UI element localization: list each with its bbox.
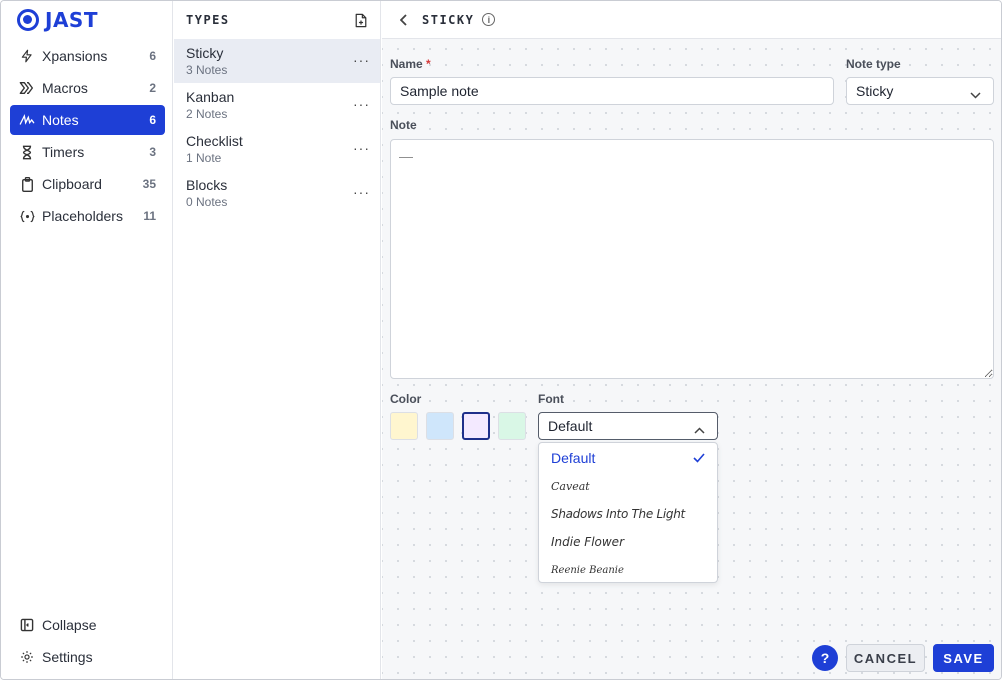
font-select[interactable]: Default	[538, 412, 718, 440]
font-option-reenie-beanie[interactable]: Reenie Beanie	[539, 556, 717, 584]
braces-icon	[19, 208, 35, 224]
types-header: TYPES	[174, 1, 380, 39]
help-button[interactable]: ?	[812, 645, 838, 671]
font-option-indie-flower[interactable]: Indie Flower	[539, 528, 717, 556]
settings-label: Settings	[42, 649, 93, 665]
sidebar-nav: Xpansions 6 Macros 2 Notes 6 Timers 3 Cl…	[10, 41, 165, 233]
font-option-caveat[interactable]: Caveat	[539, 472, 717, 500]
sidebar-footer: Collapse Settings	[10, 610, 165, 674]
sidebar-item-timers[interactable]: Timers 3	[10, 137, 165, 167]
font-label: Font	[538, 392, 564, 406]
gear-icon	[19, 649, 35, 665]
app-name: JAST	[45, 8, 98, 32]
font-dropdown: Default Caveat Shadows Into The Light In…	[538, 442, 718, 583]
sidebar-item-count: 11	[143, 209, 156, 223]
collapse-button[interactable]: Collapse	[10, 610, 165, 640]
more-options-icon[interactable]: ···	[353, 184, 370, 200]
collapse-label: Collapse	[42, 617, 97, 633]
scribble-icon	[19, 112, 35, 128]
sidebar-item-count: 35	[142, 177, 156, 191]
sidebar-item-count: 6	[149, 113, 156, 127]
type-item-sticky[interactable]: Sticky 3 Notes ···	[174, 39, 380, 83]
type-count: 3 Notes	[186, 63, 228, 77]
cancel-button[interactable]: CANCEL	[846, 644, 925, 672]
clipboard-icon	[19, 176, 35, 192]
sidebar-item-label: Xpansions	[42, 48, 108, 64]
name-label: Name *	[390, 57, 431, 71]
collapse-icon	[19, 617, 35, 633]
sidebar-item-count: 3	[149, 145, 156, 159]
types-title: TYPES	[186, 13, 230, 27]
editor-header: STICKY i	[382, 1, 1001, 39]
type-count: 0 Notes	[186, 195, 228, 209]
type-name: Checklist	[186, 133, 243, 149]
editor-panel: STICKY i Name * Sample note Note type St…	[382, 1, 1001, 679]
note-label: Note	[390, 118, 417, 132]
more-options-icon[interactable]: ···	[353, 52, 370, 68]
sidebar-item-label: Timers	[42, 144, 85, 160]
sidebar-item-label: Macros	[42, 80, 88, 96]
note-type-select[interactable]: Sticky	[846, 77, 994, 105]
bolt-icon	[19, 48, 35, 64]
color-swatch-blue[interactable]	[426, 412, 454, 440]
check-icon	[693, 450, 705, 466]
info-icon[interactable]: i	[482, 13, 496, 26]
required-mark: *	[426, 57, 431, 71]
sidebar-item-macros[interactable]: Macros 2	[10, 73, 165, 103]
more-options-icon[interactable]: ···	[353, 140, 370, 156]
settings-button[interactable]: Settings	[10, 642, 165, 672]
logo-icon	[17, 9, 39, 31]
font-option-default[interactable]: Default	[539, 444, 717, 472]
type-item-checklist[interactable]: Checklist 1 Note ···	[174, 127, 380, 171]
page-title: STICKY	[422, 12, 475, 27]
note-textarea[interactable]: —	[390, 139, 994, 379]
chevrons-right-icon	[19, 80, 35, 96]
more-options-icon[interactable]: ···	[353, 96, 370, 112]
color-swatch-yellow[interactable]	[390, 412, 418, 440]
color-swatch-green[interactable]	[498, 412, 526, 440]
chevron-up-icon	[694, 421, 705, 437]
sidebar-item-notes[interactable]: Notes 6	[10, 105, 165, 135]
sidebar-item-count: 2	[149, 81, 156, 95]
color-swatch-purple[interactable]	[462, 412, 490, 440]
type-item-blocks[interactable]: Blocks 0 Notes ···	[174, 171, 380, 215]
logo: JAST	[17, 8, 98, 32]
type-count: 1 Note	[186, 151, 222, 165]
save-button[interactable]: SAVE	[933, 644, 994, 672]
sidebar-item-placeholders[interactable]: Placeholders 11	[10, 201, 165, 231]
font-option-shadows-into-the-light[interactable]: Shadows Into The Light	[539, 500, 717, 528]
sidebar-item-count: 6	[149, 49, 156, 63]
type-name: Kanban	[186, 89, 235, 105]
sidebar-item-xpansions[interactable]: Xpansions 6	[10, 41, 165, 71]
name-input[interactable]: Sample note	[390, 77, 834, 105]
sidebar: JAST Xpansions 6 Macros 2 Notes 6 Timers…	[1, 1, 173, 679]
sidebar-item-label: Placeholders	[42, 208, 123, 224]
font-value: Default	[548, 418, 593, 434]
sidebar-item-clipboard[interactable]: Clipboard 35	[10, 169, 165, 199]
chevron-down-icon	[970, 86, 981, 102]
type-name: Sticky	[186, 45, 224, 61]
type-name: Blocks	[186, 177, 228, 193]
types-panel: TYPES Sticky 3 Notes ··· Kanban 2 Notes …	[174, 1, 381, 679]
type-count: 2 Notes	[186, 107, 228, 121]
back-icon[interactable]	[400, 13, 408, 26]
sidebar-item-label: Notes	[42, 112, 79, 128]
sidebar-item-label: Clipboard	[42, 176, 102, 192]
new-type-icon[interactable]	[354, 13, 368, 28]
app-window: JAST Xpansions 6 Macros 2 Notes 6 Timers…	[0, 0, 1002, 680]
note-type-label: Note type	[846, 57, 901, 71]
type-item-kanban[interactable]: Kanban 2 Notes ···	[174, 83, 380, 127]
types-list: Sticky 3 Notes ··· Kanban 2 Notes ··· Ch…	[174, 39, 380, 215]
note-type-value: Sticky	[856, 83, 894, 99]
color-label: Color	[390, 392, 422, 406]
hourglass-icon	[19, 144, 35, 160]
